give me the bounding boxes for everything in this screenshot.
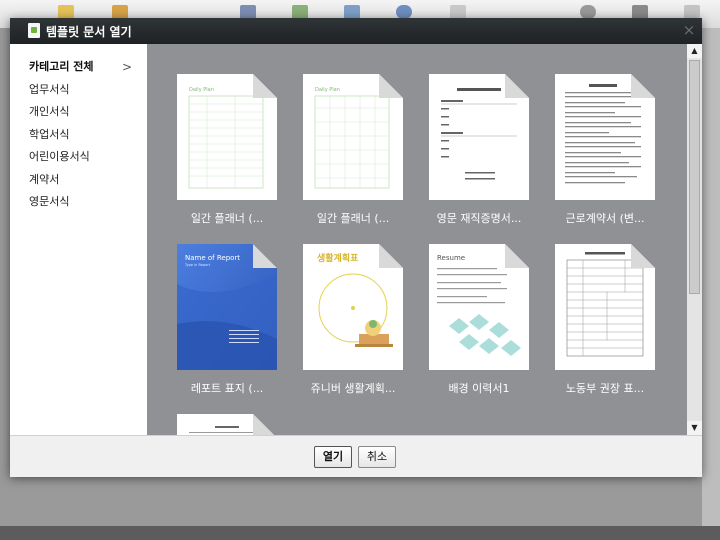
category-english[interactable]: 영문서식 [29, 193, 69, 211]
template-gallery: Daily Plan 일간 플래너 (... Daily Plan 일간 플래너… [147, 44, 687, 435]
template-thumbnail [177, 414, 277, 435]
category-kids[interactable]: 어린이용서식 [29, 148, 90, 166]
search-icon [580, 5, 596, 19]
template-thumbnail [429, 74, 529, 200]
svg-text:Name of Report: Name of Report [185, 254, 240, 262]
folder-icon [58, 5, 74, 19]
template-thumbnail [555, 244, 655, 370]
svg-text:Daily Plan: Daily Plan [315, 87, 340, 93]
category-business[interactable]: 업무서식 [29, 81, 69, 99]
template-label: 노동부 권장 표... [565, 382, 645, 395]
template-thumbnail: 생활계획표 [303, 244, 403, 370]
open-button[interactable]: 열기 [314, 446, 352, 468]
template-label: 쥬니버 생활계획... [310, 382, 396, 395]
template-label: 일간 플래너 (... [190, 212, 264, 225]
scroll-thumb[interactable] [689, 60, 700, 294]
dialog-footer: 열기 취소 [10, 435, 702, 477]
template-thumbnail [555, 74, 655, 200]
page-icon [684, 5, 700, 19]
scroll-up-arrow[interactable]: ▲ [687, 44, 702, 58]
category-all[interactable]: 카테고리 전체 [29, 58, 94, 76]
gallery-scrollbar[interactable]: ▲ ▼ [687, 44, 702, 435]
background-statusbar [0, 526, 720, 540]
template-label: 레포트 표지 (... [190, 382, 264, 395]
svg-text:Resume: Resume [437, 254, 465, 262]
background-scrollbar [702, 28, 720, 540]
close-button[interactable]: × [681, 22, 697, 38]
template-label: 일간 플래너 (... [316, 212, 390, 225]
svg-text:Type in Report: Type in Report [184, 263, 211, 267]
template-thumbnail: Resume [429, 244, 529, 370]
dialog-titlebar: 템플릿 문서 열기 × [10, 18, 702, 44]
template-label: 영문 재직증명서... [436, 212, 522, 225]
edit-icon [240, 5, 256, 19]
document-app-icon [28, 23, 40, 38]
globe-icon [396, 5, 412, 19]
image-icon [292, 5, 308, 19]
document-icon [450, 5, 466, 19]
template-thumbnail: Daily Plan [303, 74, 403, 200]
category-personal[interactable]: 개인서식 [29, 103, 69, 121]
chevron-right-icon: > [122, 60, 133, 74]
category-contract[interactable]: 계약서 [29, 171, 59, 189]
category-sidebar: 카테고리 전체 > 업무서식 개인서식 학업서식 어린이용서식 계약서 영문서식 [10, 44, 147, 435]
svg-text:Daily Plan: Daily Plan [189, 87, 214, 93]
table-icon [344, 5, 360, 19]
cancel-button[interactable]: 취소 [358, 446, 396, 468]
template-open-dialog: 템플릿 문서 열기 × 카테고리 전체 > 업무서식 개인서식 학업서식 어린이… [10, 18, 702, 477]
template-label: 근로계약서 (변... [565, 212, 645, 225]
template-thumbnail: Daily Plan [177, 74, 277, 200]
scroll-down-arrow[interactable]: ▼ [687, 421, 702, 435]
dialog-title: 템플릿 문서 열기 [46, 25, 132, 39]
category-school[interactable]: 학업서식 [29, 126, 69, 144]
svg-text:생활계획표: 생활계획표 [317, 252, 359, 264]
save-icon [112, 5, 128, 19]
print-icon [632, 5, 648, 19]
template-label: 배경 이력서1 [448, 382, 510, 395]
template-thumbnail: Name of Report Type in Report [177, 244, 277, 370]
